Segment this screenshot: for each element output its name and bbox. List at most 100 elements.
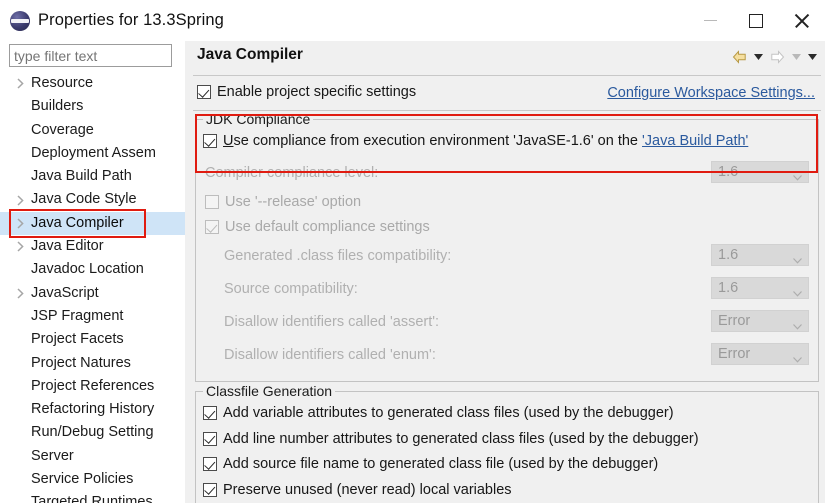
classfile-generation-group: Classfile Generation Add variable attrib… [195, 383, 819, 503]
sidebar-item-java-editor[interactable]: Java Editor [0, 235, 185, 258]
chevron-down-icon [793, 169, 802, 185]
chevron-right-icon[interactable] [14, 72, 26, 95]
classfile-option-label: Add variable attributes to generated cla… [223, 405, 674, 421]
use-default-compliance-checkbox: Use default compliance settings [205, 219, 430, 235]
sidebar-item-project-natures[interactable]: Project Natures [0, 352, 185, 375]
sidebar-item-coverage[interactable]: Coverage [0, 119, 185, 142]
sidebar-item-builders[interactable]: Builders [0, 95, 185, 118]
checkbox-icon [203, 134, 217, 148]
sidebar-item-label: Java Compiler [31, 214, 124, 231]
classfile-option-checkbox[interactable]: Add variable attributes to generated cla… [203, 405, 674, 421]
sidebar-item-service-policies[interactable]: Service Policies [0, 468, 185, 491]
generated-class-compat-label: Generated .class files compatibility: [224, 248, 452, 264]
jdk-compliance-legend: JDK Compliance [203, 111, 314, 127]
close-button[interactable] [779, 0, 825, 41]
sidebar-item-label: Refactoring History [31, 401, 155, 418]
sidebar-item-server[interactable]: Server [0, 445, 185, 468]
compiler-compliance-level-combo: 1.6 [711, 161, 809, 183]
sidebar-item-label: JSP Fragment [31, 307, 124, 324]
maximize-button[interactable] [733, 0, 779, 41]
sidebar-item-run-debug-setting[interactable]: Run/Debug Setting [0, 421, 185, 444]
vertical-scrollbar[interactable] [821, 41, 825, 503]
sidebar-item-label: Deployment Assem [31, 144, 156, 161]
checkbox-icon [197, 85, 211, 99]
settings-tree: Resource Builders Coverage Deployment Assem… [0, 72, 185, 503]
title-bar: Properties for 13.3Spring [0, 0, 825, 41]
sidebar-item-project-facets[interactable]: Project Facets [0, 328, 185, 351]
sidebar-item-label: Server [31, 447, 74, 464]
classfile-option-label: Add source file name to generated class … [223, 456, 659, 472]
settings-tree-pane: Resource Builders Coverage Deployment Assem… [0, 41, 185, 503]
compiler-compliance-level-label: Compiler compliance level: [205, 165, 379, 181]
sidebar-item-java-compiler[interactable]: Java Compiler [0, 211, 185, 236]
window-controls [687, 0, 825, 41]
sidebar-item-label: Java Editor [31, 238, 104, 255]
chevron-down-icon [793, 285, 802, 301]
chevron-right-icon[interactable] [14, 235, 26, 258]
disallow-enum-value: Error [718, 346, 751, 362]
chevron-right-icon[interactable] [14, 282, 26, 305]
sidebar-item-javadoc-location[interactable]: Javadoc Location [0, 258, 185, 281]
sidebar-item-deployment-assem[interactable]: Deployment Assem [0, 142, 185, 165]
classfile-option-checkbox[interactable]: Add line number attributes to generated … [203, 431, 699, 447]
sidebar-item-java-build-path[interactable]: Java Build Path [0, 165, 185, 188]
chevron-down-icon [793, 351, 802, 367]
close-icon [794, 13, 810, 29]
sidebar-item-label: Project Natures [31, 354, 131, 371]
sidebar-item-project-references[interactable]: Project References [0, 375, 185, 398]
use-compliance-text: se compliance from execution environment… [233, 133, 643, 149]
sidebar-item-resource[interactable]: Resource [0, 72, 185, 95]
view-menu-chevron-down-icon[interactable] [805, 48, 819, 66]
sidebar-item-java-code-style[interactable]: Java Code Style [0, 188, 185, 211]
forward-menu-chevron-down-icon [789, 48, 803, 66]
sidebar-item-targeted-runtimes[interactable]: Targeted Runtimes [0, 491, 185, 503]
checkbox-icon [203, 406, 217, 420]
chevron-right-icon[interactable] [14, 188, 26, 211]
disallow-enum-label: Disallow identifiers called 'enum': [224, 347, 436, 363]
chevron-down-icon [793, 252, 802, 268]
page-header: Java Compiler [189, 41, 825, 75]
back-arrow-icon[interactable] [729, 48, 749, 66]
source-compat-combo: 1.6 [711, 277, 809, 299]
use-default-compliance-label: Use default compliance settings [225, 219, 430, 235]
enable-project-specific-row: Enable project specific settings Configu… [197, 84, 817, 106]
source-compat-value: 1.6 [718, 280, 739, 296]
java-compiler-page: Java Compiler Enable project specific se… [189, 41, 825, 503]
classfile-option-label: Preserve unused (never read) local varia… [223, 481, 512, 498]
checkbox-icon [203, 431, 217, 446]
chevron-down-icon [793, 318, 802, 334]
checkbox-icon [203, 457, 217, 471]
sidebar-item-label: Coverage [31, 121, 94, 138]
classfile-generation-legend: Classfile Generation [203, 383, 336, 399]
classfile-option-checkbox[interactable]: Preserve unused (never read) local varia… [203, 482, 512, 498]
back-menu-chevron-down-icon[interactable] [751, 48, 765, 66]
page-title: Java Compiler [197, 46, 303, 63]
configure-workspace-settings-link[interactable]: Configure Workspace Settings... [607, 85, 815, 101]
page-nav-toolbar [729, 48, 819, 66]
filter-input[interactable] [9, 44, 172, 67]
java-build-path-link[interactable]: 'Java Build Path' [642, 133, 748, 149]
use-compliance-from-ee-label: Use compliance from execution environmen… [223, 133, 748, 149]
checkbox-icon [203, 482, 217, 497]
minimize-icon [703, 20, 717, 21]
disallow-assert-combo: Error [711, 310, 809, 332]
minimize-button[interactable] [687, 0, 733, 41]
use-release-option-checkbox: Use '--release' option [205, 194, 361, 210]
sidebar-item-javascript[interactable]: JavaScript [0, 282, 185, 305]
enable-project-specific-label: Enable project specific settings [217, 84, 417, 100]
enable-project-specific-checkbox[interactable]: Enable project specific settings [197, 84, 416, 100]
sidebar-item-label: Targeted Runtimes [31, 494, 153, 503]
sidebar-item-jsp-fragment[interactable]: JSP Fragment [0, 305, 185, 328]
sidebar-item-label: Run/Debug Setting [31, 424, 154, 441]
window-title: Properties for 13.3Spring [38, 11, 224, 29]
disallow-assert-label: Disallow identifiers called 'assert': [224, 314, 440, 330]
chevron-right-icon[interactable] [14, 212, 26, 235]
generated-class-compat-value: 1.6 [718, 247, 739, 263]
disallow-assert-value: Error [718, 313, 751, 329]
classfile-option-checkbox[interactable]: Add source file name to generated class … [203, 456, 658, 472]
sidebar-item-refactoring-history[interactable]: Refactoring History [0, 398, 185, 421]
sidebar-item-label: Java Code Style [31, 191, 137, 208]
sidebar-item-label: Javadoc Location [31, 261, 144, 278]
eclipse-icon [10, 10, 30, 31]
use-compliance-from-ee-checkbox[interactable]: Use compliance from execution environmen… [203, 133, 748, 149]
